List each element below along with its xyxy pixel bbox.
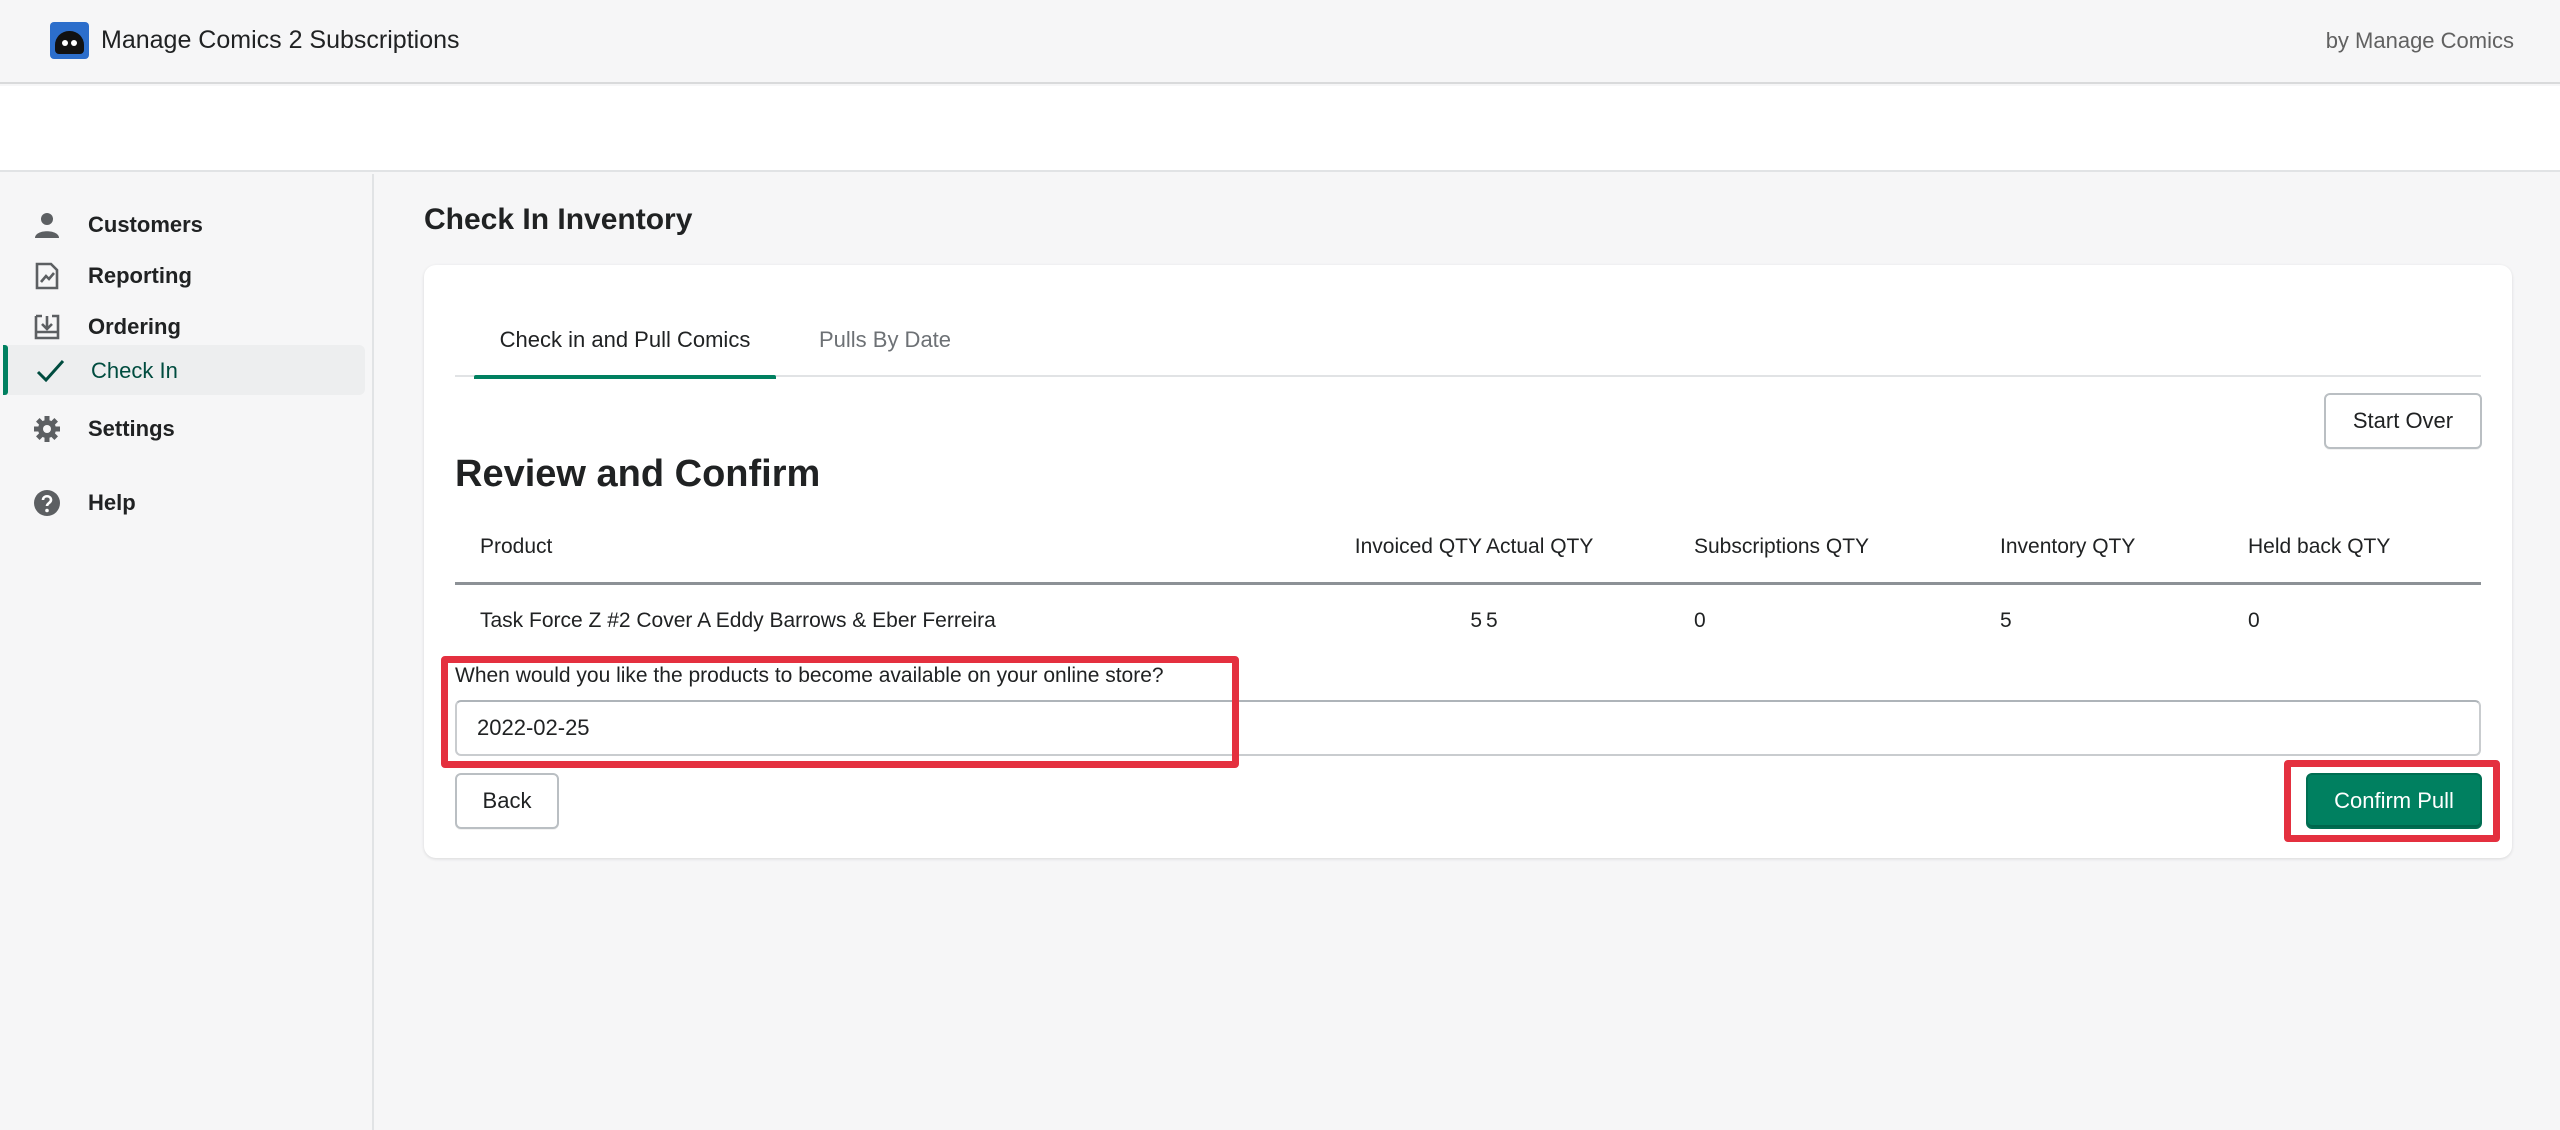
section-title: Review and Confirm [455,453,821,495]
table-cell-product: Task Force Z #2 Cover A Eddy Barrows & E… [480,609,996,632]
availability-date-input[interactable] [455,700,2481,756]
sidebar-item-label: Check In [91,358,178,383]
column-header-subscriptions-qty: Subscriptions QTY [1694,535,1870,558]
page-title: Check In Inventory [424,203,693,236]
sidebar-item-help[interactable]: Help [0,477,362,527]
table-cell-actual-qty: 5 [1486,609,1498,632]
reporting-icon [35,262,59,290]
column-header-actual-qty: Actual QTY [1486,535,1594,558]
sidebar-item-reporting[interactable]: Reporting [0,250,362,300]
app-logo-icon [50,22,89,59]
column-header-product: Product [480,535,553,558]
table-cell-subscriptions-qty: 0 [1694,609,1706,632]
sidebar-item-label: Settings [88,416,175,441]
tab-check-in-and-pull[interactable]: Check in and Pull Comics [474,315,776,379]
column-header-invoiced-qty: Invoiced QTY [1354,535,1482,558]
start-over-button[interactable]: Start Over [2324,393,2482,449]
help-icon [34,490,60,516]
table-cell-invoiced-qty: 5 [1470,609,1482,632]
confirm-pull-button[interactable]: Confirm Pull [2306,773,2482,829]
sidebar-item-label: Reporting [88,263,192,288]
availability-date-label: When would you like the products to beco… [455,664,1164,687]
sidebar-nav: Customers Reporting Ordering Check In Se… [0,174,374,1130]
sidebar-item-customers[interactable]: Customers [0,199,362,249]
column-header-held-back-qty: Held back QTY [2248,535,2391,558]
table-cell-held-back-qty: 0 [2248,609,2260,632]
checkmark-icon [36,359,65,383]
app-title: Manage Comics 2 Subscriptions [101,26,460,54]
back-button[interactable]: Back [455,773,559,829]
tab-bar: Check in and Pull Comics Pulls By Date [455,315,2481,379]
by-line[interactable]: by Manage Comics [2326,28,2514,54]
sidebar-item-label: Customers [88,212,203,237]
column-header-inventory-qty: Inventory QTY [2000,535,2136,558]
gear-icon [34,416,60,442]
top-bar: Manage Comics 2 Subscriptions by Manage … [0,0,2560,84]
download-icon [34,314,60,340]
sidebar-item-label: Help [88,490,136,515]
check-in-card: Check in and Pull Comics Pulls By Date S… [424,265,2512,858]
sidebar-item-ordering[interactable]: Ordering [0,301,362,351]
table-cell-inventory-qty: 5 [2000,609,2012,632]
sidebar-item-label: Ordering [88,314,181,339]
sidebar-item-settings[interactable]: Settings [0,403,362,453]
tab-pulls-by-date[interactable]: Pulls By Date [785,315,985,377]
header-strip [0,86,2560,172]
sidebar-item-check-in[interactable]: Check In [3,345,365,395]
person-icon [35,213,59,238]
